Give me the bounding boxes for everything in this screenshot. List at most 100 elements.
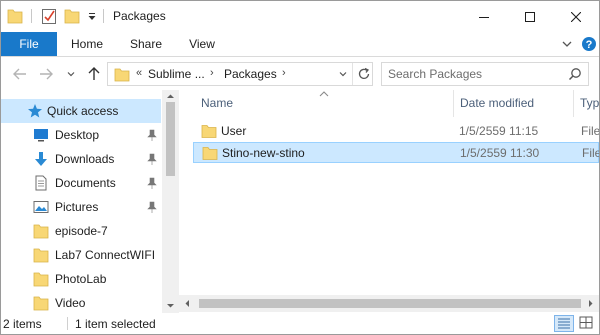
file-name: User [221, 124, 247, 138]
column-divider[interactable] [573, 90, 574, 117]
nav-item-label: Documents [55, 176, 116, 190]
file-date-modified: 1/5/2559 11:30 [460, 146, 540, 160]
svg-text:?: ? [586, 39, 593, 51]
search-input[interactable] [388, 65, 566, 83]
scroll-left-arrow-icon[interactable] [183, 299, 192, 308]
explorer-window: Packages File Home Share View ? « Sublim… [0, 0, 600, 335]
nav-item-label: PhotoLab [55, 272, 107, 286]
tab-share[interactable]: Share [121, 32, 171, 56]
tab-file[interactable]: File [1, 32, 57, 56]
close-icon [571, 11, 581, 22]
back-arrow-icon [13, 68, 26, 80]
details-view-button[interactable] [554, 315, 574, 332]
large-icons-view-icon [579, 316, 593, 329]
table-row[interactable]: User 1/5/2559 11:15 File [193, 121, 599, 142]
scroll-down-arrow-icon[interactable] [166, 301, 175, 310]
file-type: File [582, 146, 599, 160]
nav-scrollbar-thumb[interactable] [166, 102, 175, 176]
horizontal-scrollbar-thumb[interactable] [199, 299, 581, 308]
nav-item-quick-access[interactable]: Quick access [1, 99, 161, 123]
folder-icon [201, 125, 217, 138]
column-header-type[interactable]: Typ [580, 96, 599, 110]
nav-item-downloads[interactable]: Downloads [1, 147, 161, 171]
horizontal-scrollbar[interactable] [179, 295, 599, 312]
toolbar-separator [31, 9, 32, 23]
nav-item-episode-7[interactable]: episode-7 [1, 219, 161, 243]
nav-item-label: Lab7 ConnectWIFI [55, 248, 156, 262]
close-button[interactable] [553, 1, 599, 32]
pin-icon[interactable] [147, 201, 157, 213]
nav-item-label: Quick access [47, 104, 119, 118]
pin-icon[interactable] [147, 177, 157, 189]
large-icons-view-button[interactable] [577, 315, 597, 332]
column-header-date-modified[interactable]: Date modified [460, 96, 534, 110]
column-header-name[interactable]: Name [201, 96, 233, 110]
status-separator [67, 317, 68, 330]
download-arrow-icon [35, 152, 47, 166]
tab-home[interactable]: Home [61, 32, 113, 56]
sort-ascending-icon [319, 91, 329, 97]
folder-icon [33, 272, 49, 287]
column-divider[interactable] [453, 90, 454, 117]
folder-icon [33, 296, 49, 311]
nav-item-label: episode-7 [55, 224, 108, 238]
customize-toolbar-dropdown-icon[interactable] [87, 7, 97, 25]
address-bar[interactable]: « Sublime ... › Packages › [107, 62, 373, 86]
properties-icon[interactable] [41, 7, 57, 25]
star-icon [28, 104, 42, 118]
nav-item-lab7-connectwifi[interactable]: Lab7 ConnectWIFI [1, 243, 161, 267]
pictures-icon [33, 201, 49, 213]
nav-scrollbar[interactable] [162, 90, 179, 313]
item-count: 2 items [3, 317, 42, 331]
overflow-chevron-icon[interactable]: « [136, 67, 142, 79]
breadcrumb-chevron-icon[interactable]: › [210, 67, 214, 79]
search-icon[interactable] [568, 67, 582, 81]
expand-ribbon-icon[interactable] [559, 36, 575, 52]
search-box[interactable] [381, 62, 589, 86]
nav-item-video[interactable]: Video [1, 291, 161, 313]
breadcrumb-chevron-icon[interactable]: › [282, 67, 286, 79]
title-bar: Packages [1, 1, 599, 32]
nav-item-desktop[interactable]: Desktop [1, 123, 161, 147]
up-button[interactable] [85, 65, 103, 83]
address-dropdown-icon[interactable] [337, 68, 349, 80]
forward-arrow-icon [40, 68, 53, 80]
up-arrow-icon [88, 67, 100, 80]
scroll-right-arrow-icon[interactable] [586, 299, 595, 308]
folder-icon [202, 147, 218, 160]
minimize-button[interactable] [461, 1, 507, 32]
help-icon[interactable]: ? [581, 36, 597, 52]
ribbon-tabs: File Home Share View ? [1, 32, 599, 57]
breadcrumb-segment[interactable]: Packages [224, 67, 277, 81]
recent-locations-button[interactable] [65, 65, 77, 83]
pin-icon[interactable] [147, 129, 157, 141]
chevron-down-icon [67, 72, 75, 77]
refresh-icon[interactable] [356, 66, 372, 82]
nav-item-photolab[interactable]: PhotoLab [1, 267, 161, 291]
file-list: Name Date modified Typ User 1/5/2559 11:… [179, 90, 599, 313]
nav-item-label: Downloads [55, 152, 115, 166]
nav-item-documents[interactable]: Documents [1, 171, 161, 195]
pin-icon[interactable] [147, 153, 157, 165]
navigation-pane: Quick access Desktop Downloads Documents… [1, 90, 179, 313]
folder-icon[interactable] [7, 7, 23, 25]
details-view-icon [558, 318, 570, 329]
table-row[interactable]: Stino-new-stino 1/5/2559 11:30 File [193, 142, 599, 163]
new-folder-icon[interactable] [64, 7, 80, 25]
nav-item-label: Desktop [55, 128, 100, 142]
forward-button[interactable] [37, 65, 55, 83]
breadcrumb-segment[interactable]: Sublime ... [148, 67, 205, 81]
file-date-modified: 1/5/2559 11:15 [459, 124, 539, 138]
selection-count: 1 item selected [75, 317, 156, 331]
status-bar: 2 items 1 item selected [1, 313, 599, 334]
tab-view[interactable]: View [179, 32, 225, 56]
nav-item-pictures[interactable]: Pictures [1, 195, 161, 219]
folder-icon [33, 224, 49, 239]
back-button[interactable] [11, 65, 29, 83]
toolbar-separator [103, 9, 104, 23]
nav-item-label: Pictures [55, 200, 99, 214]
minimize-icon [479, 16, 489, 18]
scroll-up-arrow-icon[interactable] [166, 92, 175, 101]
maximize-button[interactable] [507, 1, 553, 32]
nav-item-label: Video [55, 296, 86, 310]
